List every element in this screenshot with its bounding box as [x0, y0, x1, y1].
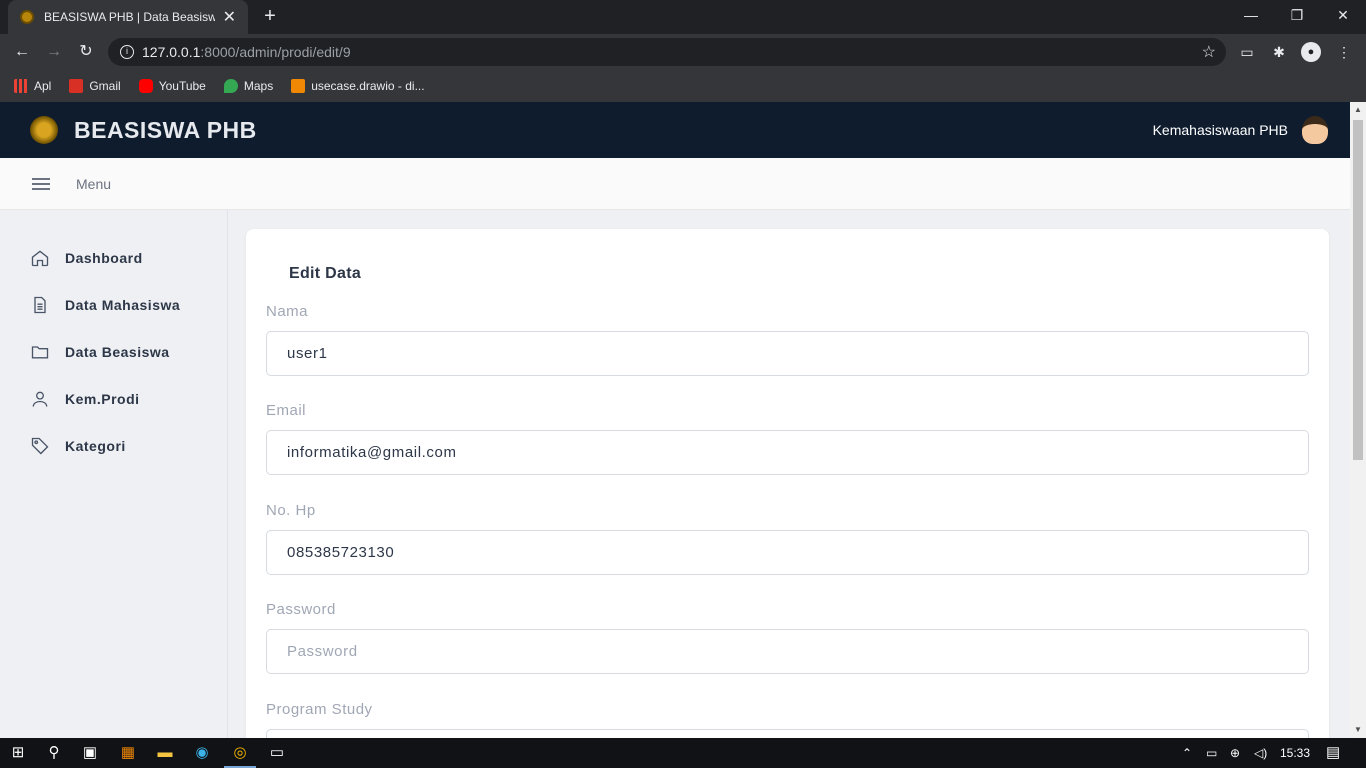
notification-icon[interactable]: ▤	[1326, 738, 1340, 768]
file-explorer-icon[interactable]: ▬	[153, 741, 177, 765]
sidebar-item-kem-prodi[interactable]: Kem.Prodi	[0, 375, 227, 422]
terminal-icon[interactable]: ▭	[265, 741, 289, 765]
scroll-up-icon[interactable]: ▲	[1350, 102, 1366, 118]
edge-icon[interactable]: ◉	[190, 741, 214, 765]
browser-tabbar: BEASISWA PHB | Data Beasiswa ✕ + — ❐ ✕	[0, 0, 1366, 34]
web-page: BEASISWA PHB Kemahasiswaan PHB Menu Dash…	[0, 102, 1366, 738]
user-name[interactable]: Kemahasiswaan PHB	[1153, 102, 1288, 158]
hamburger-menu-icon[interactable]	[32, 177, 50, 190]
close-window-button[interactable]: ✕	[1320, 0, 1366, 30]
browser-menu-icon[interactable]: ⋮	[1334, 42, 1354, 62]
browser-tab[interactable]: BEASISWA PHB | Data Beasiswa ✕	[8, 0, 248, 34]
email-input[interactable]	[266, 430, 1309, 475]
extensions-icon[interactable]: ✱	[1269, 42, 1289, 62]
sidebar-item-data-beasiswa[interactable]: Data Beasiswa	[0, 328, 227, 375]
home-icon	[31, 249, 49, 266]
sidebar-item-label: Dashboard	[65, 249, 143, 266]
sidebar-item-label: Kem.Prodi	[65, 390, 140, 407]
bookmark-youtube[interactable]: YouTube	[138, 79, 206, 93]
nama-input[interactable]	[266, 331, 1309, 376]
page-scrollbar[interactable]: ▲ ▼	[1350, 102, 1366, 738]
folder-icon	[31, 345, 49, 358]
cast-icon[interactable]: ▭	[1237, 42, 1257, 62]
edit-form-card: Edit Data Nama Email No. Hp Password Pro…	[246, 229, 1329, 738]
reload-button[interactable]: ↻	[74, 40, 98, 64]
no-hp-input[interactable]	[266, 530, 1309, 575]
email-label: Email	[266, 402, 307, 419]
close-tab-icon[interactable]: ✕	[223, 7, 236, 27]
minimize-button[interactable]: —	[1228, 0, 1274, 30]
menu-label[interactable]: Menu	[76, 176, 111, 192]
drawio-icon	[291, 79, 306, 93]
network-icon[interactable]: ⊕	[1230, 738, 1240, 768]
no-hp-label: No. Hp	[266, 502, 316, 519]
form-title: Edit Data	[289, 265, 362, 282]
sidebar-item-label: Data Mahasiswa	[65, 296, 181, 313]
forward-button[interactable]: →	[42, 40, 66, 64]
maps-pin-icon	[223, 79, 238, 93]
password-input[interactable]	[266, 629, 1309, 674]
phb-logo	[30, 116, 58, 144]
scroll-down-icon[interactable]: ▼	[1350, 722, 1366, 738]
sidebar-item-dashboard[interactable]: Dashboard	[0, 234, 227, 281]
task-view-icon[interactable]: ▣	[78, 741, 102, 765]
gmail-icon	[69, 79, 84, 93]
brand-title: BEASISWA PHB	[74, 116, 257, 143]
bookmark-star-icon[interactable]: ☆	[1202, 42, 1216, 62]
sidebar: Dashboard Data Mahasiswa Data Beasiswa K…	[0, 210, 228, 738]
windows-taskbar: ⊞ ⚲ ▣ ▦ ▬ ◉ ◎ ▭ ⌃ ▭ ⊕ ◁) 15:33 ▤	[0, 738, 1366, 768]
xampp-icon[interactable]: ▦	[116, 741, 140, 765]
user-avatar[interactable]	[1302, 116, 1328, 144]
program-study-label: Program Study	[266, 701, 373, 718]
bookmark-drawio[interactable]: usecase.drawio - di...	[291, 79, 425, 93]
clock[interactable]: 15:33	[1280, 738, 1310, 768]
windows-start-icon[interactable]: ⊞	[6, 741, 30, 765]
user-icon	[32, 391, 48, 407]
document-icon	[34, 296, 46, 313]
tag-icon	[31, 437, 49, 454]
browser-toolbar: ← → ↻ i 127.0.0.1:8000/admin/prodi/edit/…	[0, 34, 1366, 70]
address-bar[interactable]: i 127.0.0.1:8000/admin/prodi/edit/9 ☆	[108, 38, 1226, 66]
bookmarks-bar: Apl Gmail YouTube Maps usecase.drawio - …	[0, 70, 1366, 102]
sidebar-item-label: Kategori	[65, 437, 126, 454]
battery-icon[interactable]: ▭	[1206, 738, 1217, 768]
restore-button[interactable]: ❐	[1274, 0, 1320, 30]
bookmark-gmail[interactable]: Gmail	[69, 79, 121, 93]
sidebar-item-kategori[interactable]: Kategori	[0, 422, 227, 469]
profile-avatar[interactable]: ●	[1301, 42, 1321, 62]
chrome-icon[interactable]: ◎	[224, 741, 256, 768]
tray-chevron-icon[interactable]: ⌃	[1182, 738, 1192, 768]
scrollbar-thumb[interactable]	[1353, 120, 1363, 460]
sidebar-item-data-mahasiswa[interactable]: Data Mahasiswa	[0, 281, 227, 328]
apps-grid-icon	[14, 79, 28, 93]
sidebar-item-label: Data Beasiswa	[65, 343, 170, 360]
search-icon[interactable]: ⚲	[42, 741, 66, 765]
volume-icon[interactable]: ◁)	[1254, 738, 1267, 768]
bookmark-apps[interactable]: Apl	[14, 79, 51, 93]
new-tab-button[interactable]: +	[259, 4, 281, 28]
back-button[interactable]: ←	[10, 40, 34, 64]
nama-label: Nama	[266, 303, 309, 320]
site-favicon-icon	[20, 10, 34, 24]
youtube-icon	[138, 79, 153, 93]
url-path: :8000/admin/prodi/edit/9	[200, 44, 351, 60]
url-host: 127.0.0.1	[142, 44, 201, 60]
app-header: BEASISWA PHB Kemahasiswaan PHB	[0, 102, 1350, 158]
password-label: Password	[266, 601, 336, 618]
menu-bar: Menu	[0, 158, 1350, 210]
site-info-icon[interactable]: i	[120, 45, 134, 59]
bookmark-maps[interactable]: Maps	[223, 79, 273, 93]
program-study-select[interactable]	[266, 729, 1309, 738]
tab-title: BEASISWA PHB | Data Beasiswa	[44, 10, 215, 24]
